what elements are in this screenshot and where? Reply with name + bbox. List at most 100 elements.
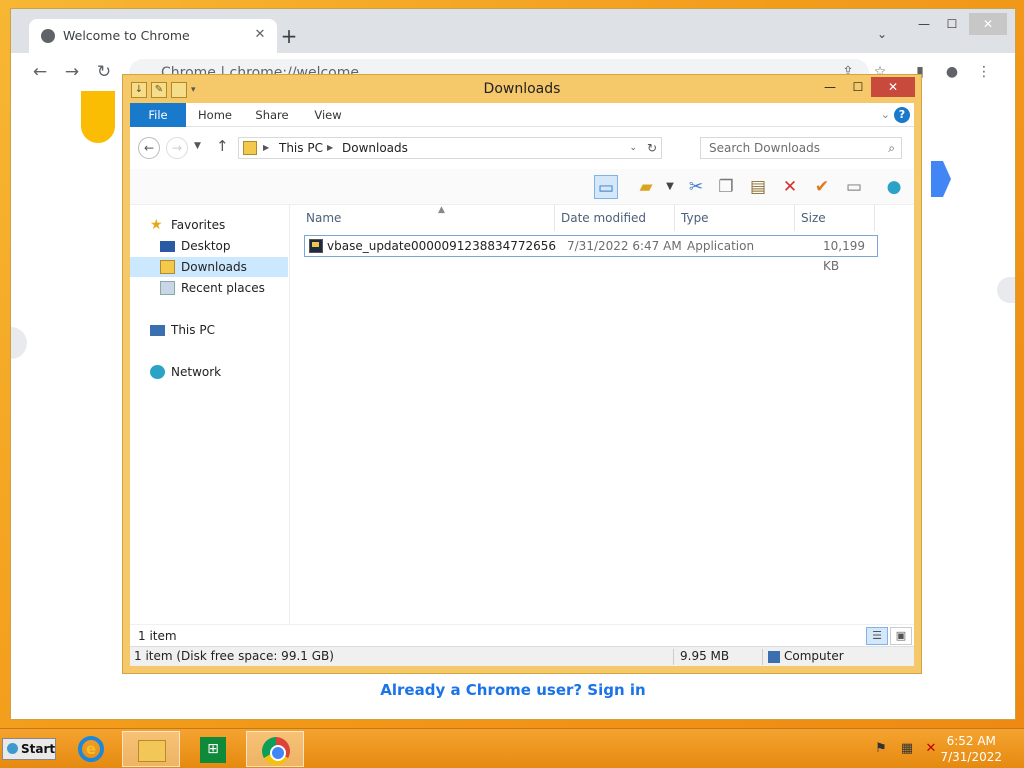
column-header-type[interactable]: Type [675, 205, 795, 231]
forward-button[interactable]: → [166, 137, 188, 159]
network-icon [150, 365, 165, 379]
address-row: ← → ▼ ↑ ▶ This PC ▶ Downloads ⌄ ↻ Search… [130, 127, 914, 169]
nav-label: Network [171, 365, 222, 379]
navigation-pane: ★ Favorites Desktop Downloads Recent pla… [130, 205, 290, 624]
status-divider [673, 649, 674, 665]
search-placeholder: Search Downloads [709, 141, 820, 155]
command-toolbar: ▭ ▰ ▼ ✂ ❐ ▤ ✕ ✔ ▭ ● [130, 169, 914, 205]
chrome-tab-welcome[interactable]: Welcome to Chrome ✕ [29, 19, 277, 53]
taskbar-store[interactable]: ⊞ [184, 731, 242, 767]
start-button[interactable]: Start [2, 738, 56, 760]
reload-icon[interactable]: ↻ [93, 61, 115, 83]
explorer-minimize-button[interactable]: — [821, 77, 839, 97]
item-count-bar: 1 item ☰ ▣ [130, 624, 914, 646]
ribbon-tab-file[interactable]: File [130, 103, 186, 127]
downloads-folder-icon [160, 260, 175, 274]
column-header-name[interactable]: ▲ Name [300, 205, 555, 231]
details-view-icon[interactable]: ☰ [866, 627, 888, 645]
system-clock[interactable]: 6:52 AM 7/31/2022 [940, 733, 1002, 765]
star-icon: ★ [150, 217, 163, 233]
status-selected-size: 9.95 MB [680, 649, 730, 663]
status-divider [762, 649, 763, 665]
clock-time: 6:52 AM [946, 734, 996, 748]
file-explorer-icon [138, 740, 166, 762]
ribbon-tab-view[interactable]: View [310, 103, 346, 127]
profile-icon[interactable]: ● [941, 61, 963, 83]
nav-item-recent-places[interactable]: Recent places [130, 278, 288, 298]
breadcrumb-downloads[interactable]: Downloads [342, 138, 408, 158]
ribbon-tab-home[interactable]: Home [194, 103, 236, 127]
chrome-icon [262, 737, 290, 765]
preview-pane-icon[interactable]: ▭ [594, 175, 618, 199]
large-icons-view-icon[interactable]: ▣ [890, 627, 912, 645]
status-bar: 1 item (Disk free space: 99.1 GB) 9.95 M… [130, 646, 914, 666]
file-size: 10,199 KB [823, 239, 865, 273]
breadcrumb-this-pc[interactable]: This PC [279, 138, 323, 158]
action-center-flag-icon[interactable]: ⚑ [872, 741, 890, 757]
select-folder-icon[interactable]: ▰ [634, 175, 658, 199]
explorer-close-button[interactable]: ✕ [871, 77, 915, 97]
refresh-icon[interactable]: ↻ [647, 138, 657, 158]
tab-search-dropdown-icon[interactable]: ⌄ [877, 27, 895, 41]
up-arrow-icon[interactable]: ↑ [216, 137, 229, 155]
network-globe-icon[interactable]: ● [882, 175, 906, 199]
rename-icon[interactable]: ▭ [842, 175, 866, 199]
nav-item-favorites[interactable]: ★ Favorites [130, 215, 288, 235]
file-row[interactable]: vbase_update000009123883477265656656... … [304, 235, 878, 273]
explorer-window: ↓ ✎ ▾ Downloads — ☐ ✕ File Home Share Vi… [122, 74, 922, 674]
checkmark-icon[interactable]: ✔ [810, 175, 834, 199]
nav-label: Favorites [171, 218, 226, 232]
file-type: Application [687, 239, 755, 253]
volume-muted-icon[interactable]: ✕ [922, 741, 940, 757]
chrome-close-button[interactable]: ✕ [969, 13, 1007, 35]
chrome-maximize-button[interactable]: ☐ [943, 13, 961, 35]
address-bar[interactable]: ▶ This PC ▶ Downloads ⌄ ↻ [238, 137, 662, 159]
computer-icon [768, 651, 780, 663]
back-arrow-icon[interactable]: ← [29, 61, 51, 83]
breadcrumb-separator-icon[interactable]: ▶ [327, 138, 333, 158]
address-dropdown-icon[interactable]: ⌄ [629, 138, 637, 158]
cut-icon[interactable]: ✂ [684, 175, 708, 199]
tab-close-icon[interactable]: ✕ [251, 26, 269, 44]
store-icon: ⊞ [200, 737, 226, 763]
signin-link[interactable]: Already a Chrome user? Sign in [11, 681, 1015, 699]
ribbon-tab-share[interactable]: Share [252, 103, 292, 127]
explorer-maximize-button[interactable]: ☐ [849, 77, 867, 97]
paste-icon[interactable]: ▤ [746, 175, 770, 199]
forward-arrow-icon[interactable]: → [61, 61, 83, 83]
recent-locations-dropdown-icon[interactable]: ▼ [194, 141, 201, 151]
folder-dropdown-icon[interactable]: ▼ [658, 175, 682, 199]
chrome-menu-icon[interactable]: ⋮ [973, 61, 995, 83]
nav-label: Recent places [181, 281, 265, 295]
back-button[interactable]: ← [138, 137, 160, 159]
nav-item-network[interactable]: Network [130, 362, 288, 382]
nav-item-this-pc[interactable]: This PC [130, 320, 288, 340]
taskbar-chrome[interactable] [246, 731, 304, 767]
copy-icon[interactable]: ❐ [714, 175, 738, 199]
new-tab-button[interactable]: + [278, 25, 300, 47]
search-input[interactable]: Search Downloads ⌕ [700, 137, 902, 159]
status-location: Computer [784, 649, 844, 663]
delete-icon[interactable]: ✕ [778, 175, 802, 199]
explorer-title-bar: ↓ ✎ ▾ Downloads — ☐ ✕ [123, 75, 921, 103]
file-name: vbase_update000009123883477265656656... [327, 239, 557, 253]
breadcrumb-separator-icon[interactable]: ▶ [263, 138, 269, 158]
help-icon[interactable]: ? [894, 107, 910, 123]
network-tray-icon[interactable]: ▦ [898, 741, 916, 757]
chrome-minimize-button[interactable]: — [915, 13, 933, 35]
file-list: ▲ Name Date modified Type Size vbase_upd… [290, 205, 914, 624]
desktop-icon [160, 241, 175, 252]
expand-ribbon-chevron-icon[interactable]: ⌄ [881, 108, 890, 121]
chrome-tab-title: Welcome to Chrome [63, 28, 190, 43]
decorative-gray-shape-left [11, 327, 27, 359]
column-header-size[interactable]: Size [795, 205, 875, 231]
explorer-body: File Home Share View ⌄ ? ← → ▼ ↑ ▶ This … [130, 103, 914, 666]
taskbar: Start e ⊞ ⚑ ▦ ✕ 6:52 AM 7/31/2022 [0, 728, 1024, 768]
recent-places-icon [160, 281, 175, 295]
column-header-date[interactable]: Date modified [555, 205, 675, 231]
nav-item-downloads[interactable]: Downloads [130, 257, 288, 277]
taskbar-internet-explorer[interactable]: e [62, 731, 120, 767]
decorative-gray-shape-right [997, 277, 1015, 303]
nav-item-desktop[interactable]: Desktop [130, 236, 288, 256]
taskbar-file-explorer[interactable] [122, 731, 180, 767]
